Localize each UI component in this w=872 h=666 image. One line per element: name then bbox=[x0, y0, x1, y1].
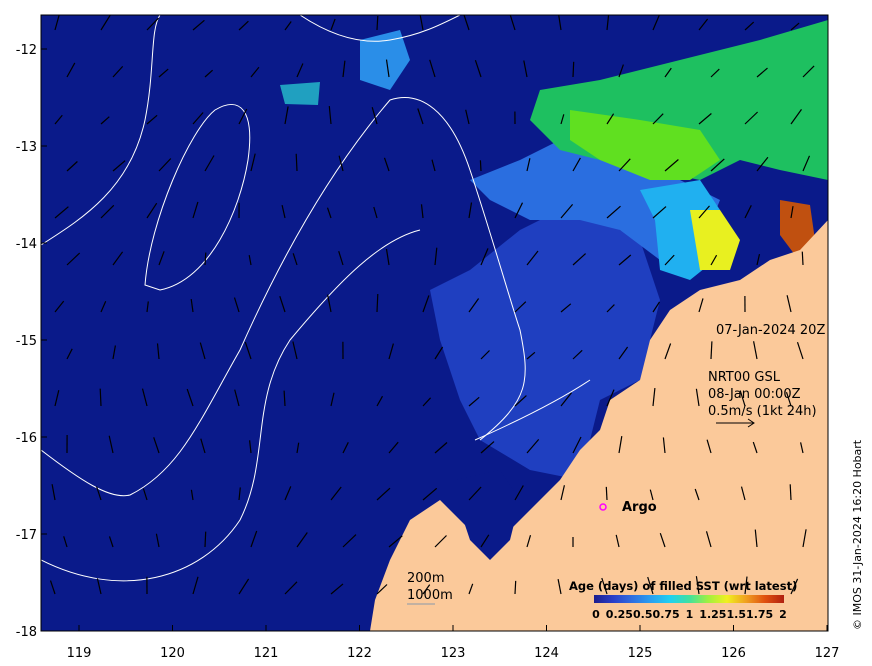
y-tick-label: -18 bbox=[16, 625, 37, 640]
argo-label: Argo bbox=[622, 500, 657, 515]
x-tick-label: 122 bbox=[347, 646, 372, 661]
y-tick-label: -15 bbox=[16, 334, 37, 349]
y-tick-label: -16 bbox=[16, 431, 37, 446]
y-tick-label: -14 bbox=[16, 237, 37, 252]
current-vector bbox=[514, 580, 517, 595]
current-vector bbox=[572, 61, 575, 78]
x-tick-label: 123 bbox=[441, 646, 466, 661]
colorbar-tick-label: 0.75 bbox=[653, 608, 680, 621]
colorbar-tick-label: 1.25 bbox=[699, 608, 726, 621]
colorbar-tick-label: 1.75 bbox=[746, 608, 773, 621]
sst-map: 119 120 121 122 123 124 125 126 127 -12-13-14-15… bbox=[16, 14, 840, 661]
x-tick-label: 124 bbox=[534, 646, 559, 661]
colorbar-tick-label: 1.5 bbox=[727, 608, 747, 621]
isobath-label-1000m: 1000m bbox=[407, 588, 453, 603]
y-tick-label: -13 bbox=[16, 140, 37, 155]
vector-scale-label: 0.5m/s (1kt 24h) bbox=[708, 404, 817, 419]
current-vector bbox=[605, 486, 608, 501]
colorbar-tick-label: 0.25 bbox=[606, 608, 633, 621]
sst-patch-west bbox=[280, 82, 320, 105]
colorbar-ticks: 0 0.25 0.5 0.75 1 1.25 1.5 1.75 2 bbox=[592, 608, 787, 621]
current-vector bbox=[479, 160, 482, 172]
colorbar-title: Age (days) of filled SST (wrt latest) bbox=[569, 579, 797, 593]
x-tick-label: 126 bbox=[721, 646, 746, 661]
y-tick-label: -12 bbox=[16, 43, 37, 58]
current-vector bbox=[204, 531, 207, 548]
colorbar-tick-label: 0 bbox=[592, 608, 600, 621]
colorbar-tick-label: 1 bbox=[686, 608, 694, 621]
x-tick-label: 119 bbox=[67, 646, 92, 661]
timestamp-label: 07-Jan-2024 20Z bbox=[716, 323, 825, 338]
current-vector bbox=[376, 293, 379, 313]
colorbar-tick-label: 2 bbox=[779, 608, 787, 621]
product-valid-time: 08-Jan 00:00Z bbox=[708, 387, 801, 402]
current-vector bbox=[295, 153, 298, 172]
current-vector bbox=[376, 15, 379, 31]
credit-text: © IMOS 31-Jan-2024 16:20 Hobart bbox=[851, 439, 864, 630]
product-name: NRT00 GSL bbox=[708, 370, 781, 385]
x-tick-label: 127 bbox=[815, 646, 840, 661]
current-vector bbox=[801, 251, 804, 266]
x-tick-label: 120 bbox=[160, 646, 185, 661]
current-vector bbox=[99, 388, 102, 407]
plot-area bbox=[41, 15, 828, 631]
colorbar-tick-label: 0.5 bbox=[633, 608, 653, 621]
isobath-label-200m: 200m bbox=[407, 571, 444, 586]
x-tick-label: 121 bbox=[254, 646, 279, 661]
current-vector bbox=[204, 252, 207, 266]
colorbar bbox=[594, 595, 784, 603]
current-vector bbox=[789, 484, 792, 501]
y-tick-label: -17 bbox=[16, 528, 37, 543]
x-tick-label: 125 bbox=[628, 646, 653, 661]
